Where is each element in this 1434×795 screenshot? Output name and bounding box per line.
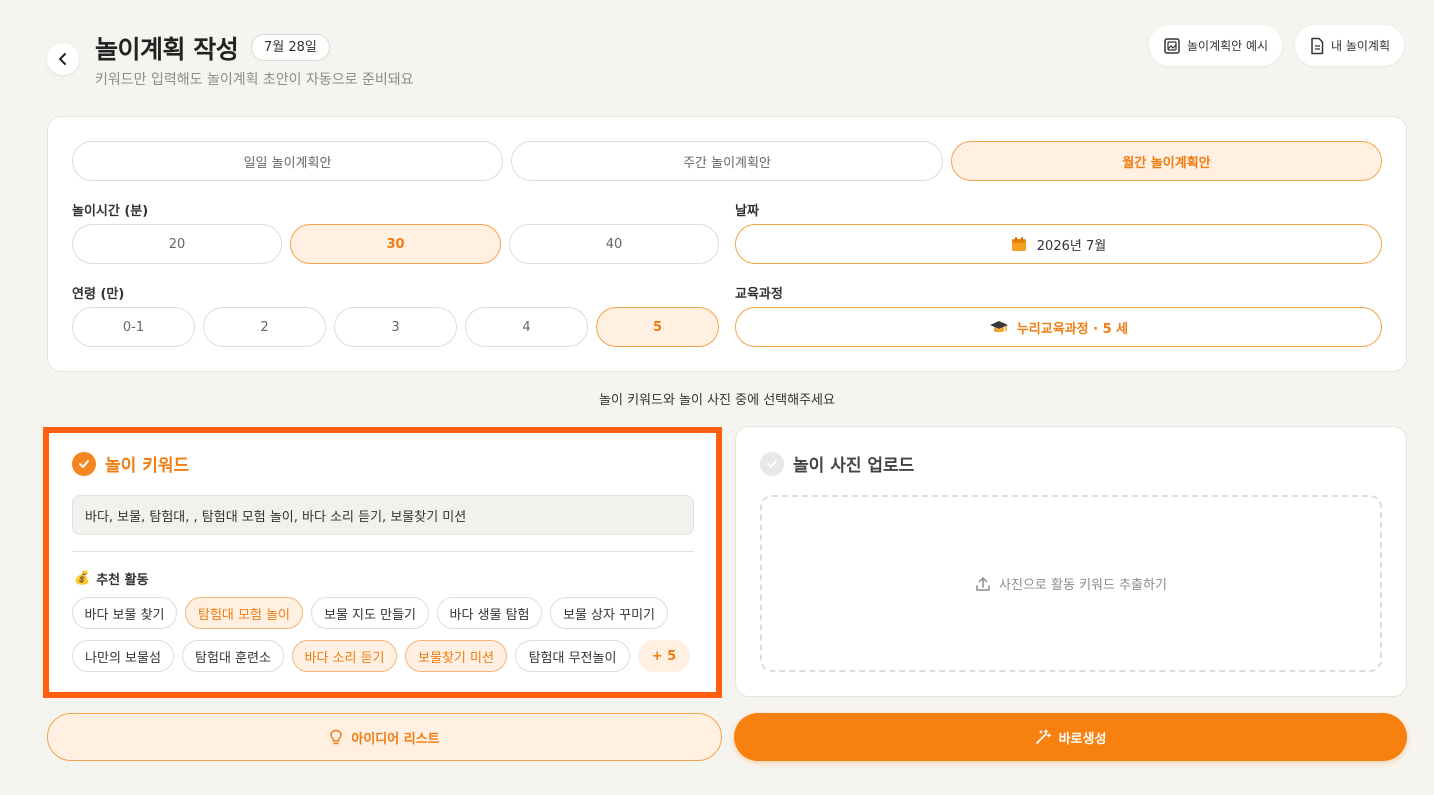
play-time-label: 놀이시간 (분) [72, 204, 149, 219]
photo-panel-title: 놀이 사진 업로드 [793, 456, 915, 476]
magic-wand-icon [1035, 729, 1051, 744]
play-time-option-20[interactable]: 20 [72, 224, 282, 264]
date-picker[interactable]: 2026년 7월 [735, 224, 1382, 264]
graduation-cap-icon [989, 321, 1008, 333]
age-label: 연령 (만) [72, 287, 125, 302]
activity-chip[interactable]: 나만의 보물섬 [72, 640, 174, 672]
idea-list-button[interactable]: 아이디어 리스트 [47, 713, 722, 761]
play-time-option-30[interactable]: 30 [290, 224, 501, 264]
image-icon [1164, 37, 1180, 54]
keyword-input[interactable] [72, 495, 694, 535]
date-label: 날짜 [735, 204, 759, 219]
back-button[interactable] [47, 43, 79, 75]
play-time-option-40[interactable]: 40 [509, 224, 719, 264]
activity-chip[interactable]: 탐험대 무전놀이 [515, 640, 630, 672]
keyword-panel-header[interactable]: 놀이 키워드 [72, 451, 189, 476]
activity-chip[interactable]: 탐험대 훈련소 [182, 640, 284, 672]
check-circle-icon [72, 451, 96, 476]
curriculum-label: 교육과정 [735, 287, 783, 302]
document-icon [1311, 37, 1324, 54]
plan-type-weekly[interactable]: 주간 놀이계획안 [511, 141, 943, 181]
recommended-label: 추천 활동 [96, 573, 149, 588]
activity-chip[interactable]: 보물 지도 만들기 [311, 597, 429, 629]
age-option-0-1[interactable]: 0-1 [72, 307, 195, 347]
keyword-divider [72, 551, 694, 552]
activity-chip[interactable]: 탐험대 모험 놀이 [185, 597, 303, 629]
my-plans-label: 내 놀이계획 [1331, 39, 1391, 53]
age-option-4[interactable]: 4 [465, 307, 588, 347]
more-activities-chip[interactable]: + 5 [638, 640, 690, 672]
lightbulb-icon [330, 729, 343, 745]
date-value: 2026년 7월 [1036, 238, 1107, 254]
choose-hint: 놀이 키워드와 놀이 사진 중에 선택해주세요 [599, 393, 835, 408]
generate-button[interactable]: 바로생성 [734, 713, 1407, 761]
check-circle-icon [760, 451, 784, 476]
curriculum-value: 누리교육과정 · 5 세 [1016, 321, 1129, 337]
plan-example-label: 놀이계획안 예시 [1187, 39, 1269, 53]
page-subtitle: 키워드만 입력해도 놀이계획 초안이 자동으로 준비돼요 [95, 72, 414, 88]
upload-text: 사진으로 활동 키워드 추출하기 [999, 578, 1167, 593]
chevron-left-icon [59, 53, 66, 65]
page-title: 놀이계획 작성 [95, 35, 239, 64]
calendar-icon [1011, 237, 1026, 251]
upload-icon [976, 576, 990, 591]
curriculum-select[interactable]: 누리교육과정 · 5 세 [735, 307, 1382, 347]
date-badge: 7월 28일 [251, 34, 330, 61]
money-bag-icon: 💰 [74, 571, 91, 586]
recommended-header: 💰 추천 활동 [74, 569, 149, 588]
activity-chip[interactable]: 바다 소리 듣기 [292, 640, 397, 672]
activity-chip[interactable]: 바다 보물 찾기 [72, 597, 177, 629]
age-option-5[interactable]: 5 [596, 307, 719, 347]
plan-type-daily[interactable]: 일일 놀이계획안 [72, 141, 503, 181]
age-option-3[interactable]: 3 [334, 307, 457, 347]
keyword-panel-title: 놀이 키워드 [105, 456, 190, 476]
my-plans-button[interactable]: 내 놀이계획 [1295, 25, 1405, 66]
photo-panel-header[interactable]: 놀이 사진 업로드 [760, 451, 914, 476]
activity-chip[interactable]: 보물찾기 미션 [405, 640, 507, 672]
activity-chip[interactable]: 보물 상자 꾸미기 [550, 597, 668, 629]
age-option-2[interactable]: 2 [203, 307, 326, 347]
plan-type-monthly[interactable]: 월간 놀이계획안 [951, 141, 1382, 181]
activity-chip[interactable]: 바다 생물 탐험 [437, 597, 542, 629]
idea-list-label: 아이디어 리스트 [351, 731, 440, 747]
photo-dropzone[interactable]: 사진으로 활동 키워드 추출하기 [760, 495, 1382, 672]
plan-example-button[interactable]: 놀이계획안 예시 [1149, 25, 1283, 66]
generate-label: 바로생성 [1058, 731, 1107, 747]
